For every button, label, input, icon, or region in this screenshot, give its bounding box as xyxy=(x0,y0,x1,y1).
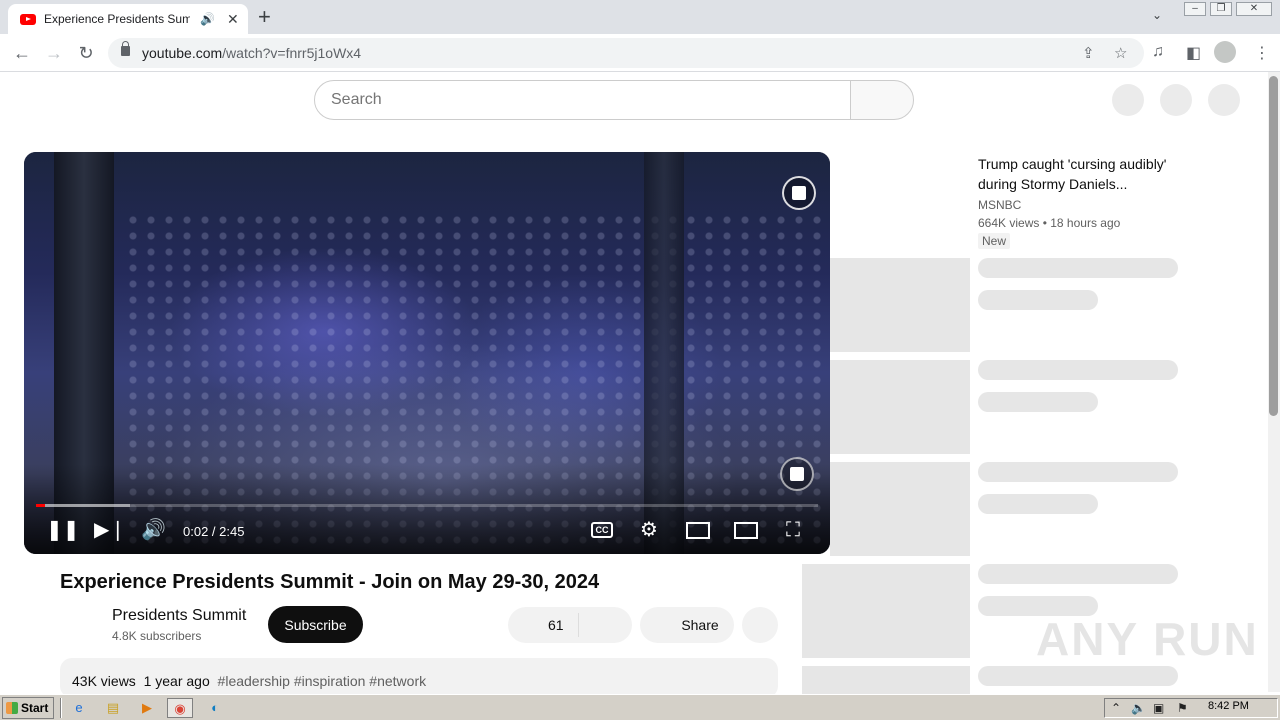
subscriber-count: 4.8K subscribers xyxy=(112,629,202,643)
anyrun-watermark: ANY RUN xyxy=(1036,613,1259,665)
more-actions-button[interactable] xyxy=(742,607,778,643)
skeleton-thumbnail xyxy=(802,666,970,694)
search-input[interactable] xyxy=(314,80,851,120)
internet-explorer-icon[interactable]: e xyxy=(66,698,92,718)
video-title: Experience Presidents Summit - Join on M… xyxy=(60,571,600,593)
share-page-icon[interactable]: ⇪ xyxy=(1082,44,1095,62)
pause-icon[interactable]: ❚❚ xyxy=(46,518,80,542)
system-tray: ⌃ 🔈 ▣ ⚑ xyxy=(1104,698,1278,718)
browser-tab[interactable]: Experience Presidents Summit - Join on M… xyxy=(8,4,248,34)
back-arrow-icon[interactable]: ← xyxy=(10,41,34,65)
view-count: 43K views xyxy=(72,673,136,689)
branding-logo-icon[interactable] xyxy=(780,457,814,491)
taskbar-clock[interactable]: 8:42 PM xyxy=(1208,700,1249,712)
tab-search-icon[interactable]: ⌄ xyxy=(1152,8,1162,22)
flag-tray-icon[interactable]: ⚑ xyxy=(1177,701,1188,715)
forward-arrow-icon[interactable]: → xyxy=(42,41,66,65)
share-button[interactable]: Share xyxy=(640,607,734,643)
volume-icon[interactable]: 🔊 xyxy=(141,518,166,542)
video-player[interactable]: ❚❚ ▶❘ 🔊 0:02 / 2:45 CC ⚙ ⛶ xyxy=(24,152,830,554)
progress-bar[interactable] xyxy=(36,504,818,507)
skeleton-line xyxy=(978,392,1098,412)
media-controls-icon[interactable]: ♫ xyxy=(1152,43,1164,61)
like-divider xyxy=(578,613,579,637)
like-dislike-button[interactable]: 61 xyxy=(508,607,632,643)
search-bar xyxy=(314,80,914,120)
windows-taskbar: Start e ▤ ▶ ◉ ◐ ⌃ 🔈 ▣ ⚑ 8:42 PM xyxy=(0,694,1280,720)
recommendation-age: 18 hours ago xyxy=(1050,216,1121,230)
recommendation-views: 664K views xyxy=(978,216,1040,230)
edge-icon[interactable]: ◐ xyxy=(202,698,228,718)
page-scrollbar[interactable] xyxy=(1268,72,1280,692)
close-window-button[interactable]: ✕ xyxy=(1236,2,1272,16)
media-player-icon[interactable]: ▶ xyxy=(134,698,160,718)
scrollbar-thumb[interactable] xyxy=(1269,76,1278,416)
tab-close-icon[interactable]: ✕ xyxy=(227,11,239,28)
url-path: /watch?v=fnrr5j1oWx4 xyxy=(222,45,362,61)
skeleton-line xyxy=(978,360,1178,380)
reload-icon[interactable]: ↻ xyxy=(74,41,98,65)
create-button[interactable] xyxy=(1112,84,1144,116)
account-avatar[interactable] xyxy=(1208,84,1240,116)
address-bar[interactable]: youtube.com/watch?v=fnrr5j1oWx4 ⇪ ☆ xyxy=(108,38,1144,68)
file-explorer-icon[interactable]: ▤ xyxy=(100,698,126,718)
chrome-taskbar-icon[interactable]: ◉ xyxy=(167,698,193,718)
subscribe-button[interactable]: Subscribe xyxy=(268,606,363,643)
recommendation-channel[interactable]: MSNBC xyxy=(978,198,1021,212)
url-domain: youtube.com xyxy=(142,45,223,61)
start-button[interactable]: Start xyxy=(2,697,54,719)
time-display: 0:02 / 2:45 xyxy=(183,524,245,539)
miniplayer-icon[interactable] xyxy=(686,522,710,539)
skeleton-line xyxy=(978,494,1098,514)
new-tab-button[interactable]: + xyxy=(258,4,271,30)
channel-name[interactable]: Presidents Summit xyxy=(112,607,246,625)
next-video-icon[interactable]: ▶❘ xyxy=(94,518,126,542)
profile-avatar-icon[interactable] xyxy=(1214,41,1236,63)
chrome-menu-icon[interactable]: ⋮ xyxy=(1254,43,1270,63)
network-tray-icon[interactable]: ▣ xyxy=(1153,701,1164,715)
side-panel-icon[interactable]: ◧ xyxy=(1186,43,1201,63)
skeleton-thumbnail xyxy=(802,564,970,658)
skeleton-line xyxy=(978,290,1098,310)
skeleton-line xyxy=(978,462,1178,482)
skeleton-line xyxy=(978,564,1178,584)
minimize-button[interactable]: – xyxy=(1184,2,1206,16)
notifications-button[interactable] xyxy=(1160,84,1192,116)
youtube-favicon-icon xyxy=(20,13,36,25)
tab-audio-icon[interactable]: 🔊 xyxy=(200,12,215,26)
taskbar-separator xyxy=(60,698,62,718)
tray-expand-icon[interactable]: ⌃ xyxy=(1111,701,1121,715)
played-bar xyxy=(36,504,46,507)
description-box[interactable]: 43K views 1 year ago #leadership #inspir… xyxy=(60,658,778,698)
skeleton-thumbnail xyxy=(830,462,970,556)
buffer-bar xyxy=(36,504,130,507)
video-meta: 43K views 1 year ago #leadership #inspir… xyxy=(72,673,426,689)
hashtags[interactable]: #leadership #inspiration #network xyxy=(218,673,427,689)
channel-watermark-icon[interactable] xyxy=(782,176,816,210)
skeleton-line xyxy=(978,666,1178,686)
url-text: youtube.com/watch?v=fnrr5j1oWx4 xyxy=(142,45,361,61)
fullscreen-icon[interactable]: ⛶ xyxy=(781,518,805,542)
skeleton-line xyxy=(978,258,1178,278)
recommendation-meta: 664K views • 18 hours ago xyxy=(978,216,1121,230)
tab-title: Experience Presidents Summit - Join on M… xyxy=(44,12,190,26)
skeleton-thumbnail xyxy=(830,258,970,352)
volume-tray-icon[interactable]: 🔈 xyxy=(1131,701,1146,715)
new-badge: New xyxy=(978,233,1011,249)
browser-toolbar: ← → ↻ youtube.com/watch?v=fnrr5j1oWx4 ⇪ … xyxy=(0,34,1280,72)
skeleton-thumbnail xyxy=(830,360,970,454)
captions-button[interactable]: CC xyxy=(591,522,613,538)
upload-age: 1 year ago xyxy=(143,673,210,689)
lock-icon xyxy=(121,41,130,56)
theater-mode-icon[interactable] xyxy=(734,522,758,539)
recommendation-title[interactable]: Trump caught 'cursing audibly' during St… xyxy=(978,154,1188,194)
settings-gear-icon[interactable]: ⚙ xyxy=(637,518,661,542)
tab-strip: Experience Presidents Summit - Join on M… xyxy=(0,0,1280,34)
restore-button[interactable]: ❐ xyxy=(1210,2,1232,16)
like-count: 61 xyxy=(548,617,564,633)
search-button[interactable] xyxy=(850,80,914,120)
bookmark-star-icon[interactable]: ☆ xyxy=(1114,44,1127,62)
